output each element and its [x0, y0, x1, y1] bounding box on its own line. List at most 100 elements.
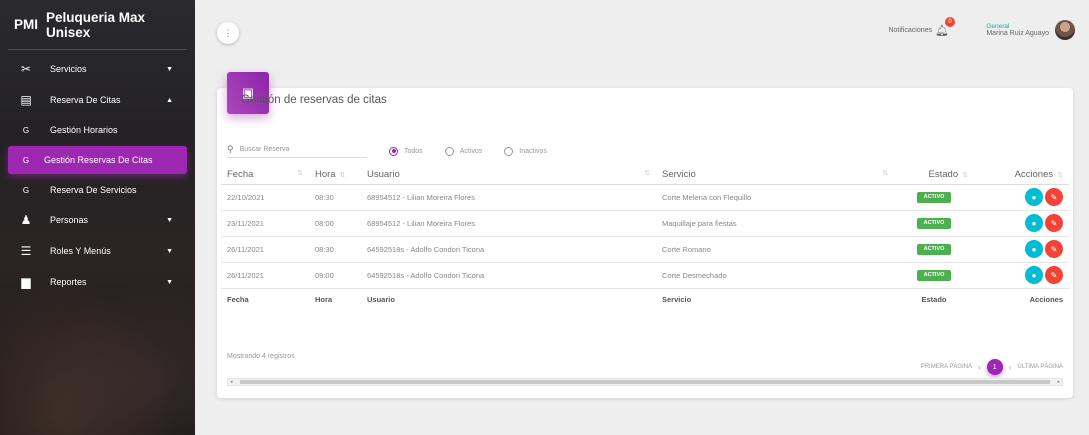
horizontal-scrollbar[interactable]: ◂ ▸	[227, 378, 1063, 386]
column-label: Hora	[315, 169, 336, 181]
filter-activos-radio[interactable]: Activos	[444, 146, 483, 156]
column-label: Usuario	[367, 169, 400, 181]
cell-servicio: Corte Romano	[656, 236, 894, 263]
footer-hora: Hora	[315, 294, 333, 304]
table-row: 23/11/2021 08:00 68954512 - Lilian Morei…	[221, 210, 1069, 237]
filter-label: Activos	[459, 147, 483, 155]
cell-usuario: 64592518s - Adolfo Condori Ticona	[361, 236, 656, 263]
sort-icon: ⇅	[1057, 172, 1063, 180]
notifications[interactable]: Notificaciones 🔔︎ 0	[888, 17, 955, 37]
filter-todos-radio[interactable]: Todos	[389, 146, 423, 156]
sidebar-item-label: Reserva De Servicios	[50, 185, 137, 195]
sidebar-item-gestion-horarios[interactable]: G Gestión Horarios	[0, 116, 187, 144]
sidebar: PMI Peluqueria Max Unisex ✂ Servicios ▼ …	[0, 0, 195, 435]
delete-button[interactable]: ✎	[1045, 188, 1063, 206]
caret-up-icon: ▲	[166, 96, 173, 104]
view-button[interactable]: ●	[1025, 266, 1043, 284]
table-row: 26/11/2021 09:00 64592518s - Adolfo Cond…	[221, 262, 1069, 289]
footer-acciones: Acciones	[1029, 294, 1063, 304]
document-icon: ▆	[21, 275, 31, 289]
sidebar-item-roles-y-menus[interactable]: ☰ Roles Y Menús ▼	[0, 236, 187, 266]
records-info: Mostrando 4 registros	[227, 353, 295, 360]
filter-label: Inactivos	[519, 147, 547, 155]
search-placeholder: Buscar Reserva	[239, 146, 290, 153]
cell-usuario: 68954512 - Lilian Moreira Flores	[361, 210, 656, 237]
sort-icon: ⇅	[962, 172, 968, 180]
sidebar-item-label: Personas	[50, 215, 89, 225]
table-row: 26/11/2021 08:30 64592518s - Adolfo Cond…	[221, 236, 1069, 263]
status-badge: ACTIVO	[916, 269, 952, 281]
footer-estado: Estado	[921, 294, 947, 304]
column-header-usuario[interactable]: Usuario ⇅	[361, 166, 656, 185]
chevron-right-icon[interactable]: ›	[1009, 363, 1012, 372]
sidebar-toggle-button[interactable]: ⋮	[217, 22, 239, 44]
scroll-right-icon[interactable]: ▸	[1057, 379, 1060, 385]
search-input[interactable]: ⚲ Buscar Reserva	[227, 144, 367, 158]
radio-checked-icon	[389, 146, 398, 156]
chevron-left-icon[interactable]: ‹	[978, 363, 981, 372]
user-text: General Marina Ruiz Aguayo	[986, 23, 1049, 37]
brand[interactable]: PMI Peluqueria Max Unisex	[8, 0, 187, 50]
first-page-link[interactable]: PRIMERA PÁGINA	[921, 364, 972, 370]
sub-g-icon: G	[22, 185, 30, 195]
sub-g-icon: G	[22, 155, 30, 165]
delete-button[interactable]: ✎	[1045, 266, 1063, 284]
sidebar-item-reserva-de-citas[interactable]: ▤ Reserva De Citas ▲	[0, 85, 187, 115]
footer-servicio: Servicio	[662, 294, 692, 304]
column-header-servicio[interactable]: Servicio ⇅	[656, 166, 894, 185]
notifications-badge: 0	[945, 17, 955, 27]
sidebar-item-label: Gestión Horarios	[50, 125, 118, 135]
sort-icon: ⇅	[297, 170, 303, 178]
cell-acciones: ● ✎	[974, 262, 1069, 289]
cell-acciones: ● ✎	[974, 210, 1069, 237]
reservations-table: Fecha ⇅ Hora ⇅ Usuario ⇅ Servicio ⇅ Estado ⇅ …	[221, 166, 1069, 310]
search-icon: ⚲	[227, 144, 234, 154]
status-badge: ACTIVO	[916, 191, 952, 203]
sidebar-item-label: Servicios	[50, 64, 87, 74]
page-1-button[interactable]: 1	[986, 359, 1003, 375]
comment-icon: ✎	[1050, 218, 1058, 228]
status-badge: ACTIVO	[916, 217, 952, 229]
sidebar-item-gestion-reservas[interactable]: G Gestión Reservas De Citas	[8, 146, 187, 174]
column-header-acciones[interactable]: Acciones ⇅	[974, 166, 1069, 185]
avatar[interactable]	[1055, 20, 1075, 40]
sidebar-item-servicios[interactable]: ✂ Servicios ▼	[0, 54, 187, 84]
cell-fecha: 23/11/2021	[221, 210, 309, 237]
comment-icon: ✎	[1050, 244, 1058, 254]
column-header-fecha[interactable]: Fecha ⇅	[221, 166, 309, 185]
scissors-icon: ✂	[20, 62, 32, 76]
sort-icon: ⇅	[339, 172, 346, 180]
radio-unchecked-icon	[504, 146, 514, 156]
topbar: ⋮ Notificaciones 🔔︎ 0 General Marina Rui…	[195, 0, 1089, 60]
sidebar-item-reserva-de-servicios[interactable]: G Reserva De Servicios	[0, 176, 187, 204]
sidebar-item-label: Reportes	[50, 277, 87, 287]
delete-button[interactable]: ✎	[1045, 214, 1063, 232]
eye-icon: ●	[1031, 192, 1037, 202]
caret-down-icon: ▼	[166, 278, 173, 286]
footer-fecha: Fecha	[227, 294, 249, 304]
column-header-hora[interactable]: Hora ⇅	[309, 166, 361, 185]
cell-usuario: 64592518s - Adolfo Condori Ticona	[361, 262, 656, 289]
sidebar-item-reportes[interactable]: ▆ Reportes ▼	[0, 267, 187, 297]
cell-hora: 08:30	[309, 184, 361, 211]
notifications-label: Notificaciones	[888, 27, 933, 34]
scrollbar-thumb[interactable]	[240, 380, 1050, 384]
user-menu[interactable]: General Marina Ruiz Aguayo	[986, 20, 1075, 40]
filter-inactivos-radio[interactable]: Inactivos	[504, 146, 547, 156]
view-button[interactable]: ●	[1025, 188, 1043, 206]
brand-short: PMI	[14, 17, 39, 32]
sidebar-item-personas[interactable]: ♟ Personas ▼	[0, 205, 187, 235]
scroll-left-icon[interactable]: ◂	[230, 379, 233, 385]
cell-fecha: 26/11/2021	[221, 262, 309, 289]
sidebar-item-label: Roles Y Menús	[50, 246, 111, 256]
column-header-estado[interactable]: Estado ⇅	[894, 166, 974, 185]
delete-button[interactable]: ✎	[1045, 240, 1063, 258]
view-button[interactable]: ●	[1025, 240, 1043, 258]
cell-estado: ACTIVO	[894, 262, 974, 289]
view-button[interactable]: ●	[1025, 214, 1043, 232]
cell-servicio: Corte Desmechado	[656, 262, 894, 289]
radio-unchecked-icon	[444, 146, 454, 156]
last-page-link[interactable]: ÚLTIMA PÁGINA	[1017, 364, 1063, 370]
page-title: Gestión de reservas de citas	[241, 94, 387, 106]
column-label: Fecha	[227, 169, 254, 181]
